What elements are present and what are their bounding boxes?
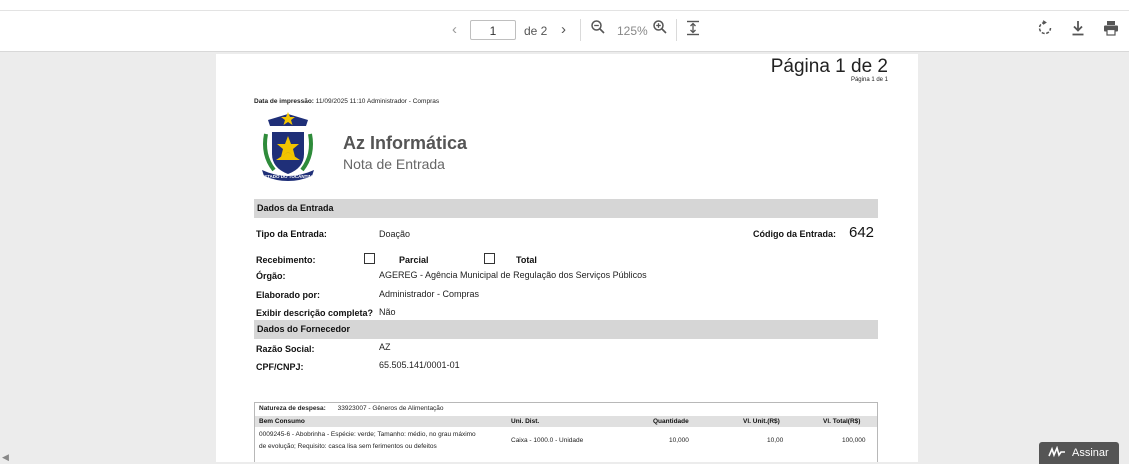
page-header-title: Página 1 de 2 — [770, 56, 888, 77]
exibir-descricao-value: Não — [379, 307, 396, 317]
pdf-toolbar: ‹ 1 de 2 › 125% — [0, 11, 1129, 52]
download-icon[interactable] — [1071, 20, 1085, 39]
page-header-sub: Página 1 de 1 — [850, 77, 888, 83]
razao-social-label: Razão Social: — [256, 344, 315, 354]
col-vl-unit: Vl. Unit.(R$) — [743, 418, 780, 425]
orgao-label: Órgão: — [256, 271, 286, 281]
total-checkbox — [484, 253, 495, 264]
zoom-out-icon[interactable] — [590, 19, 606, 38]
top-strip — [0, 0, 1129, 11]
print-date-value: 11/09/2025 11:10 Administrador - Compras — [315, 98, 440, 105]
next-page-icon[interactable]: › — [561, 21, 566, 38]
row-vl-total: 100,000 — [842, 437, 866, 444]
section-title-fornecedor: Dados do Fornecedor — [257, 324, 351, 334]
print-icon[interactable] — [1103, 20, 1119, 39]
fit-page-icon[interactable] — [686, 20, 700, 39]
natureza-value: 33923007 - Gêneros de Alimentação — [337, 405, 444, 412]
section-title-entrada: Dados da Entrada — [257, 203, 334, 213]
zoom-level[interactable]: 125% — [617, 24, 648, 38]
natureza-despesa: Natureza de despesa: 33923007 - Gêneros … — [259, 405, 444, 412]
col-bem-consumo: Bem Consumo — [259, 418, 305, 425]
total-label: Total — [516, 255, 537, 265]
assinar-label: Assinar — [1072, 447, 1109, 459]
exibir-descricao-label: Exibir descrição completa? — [256, 308, 374, 318]
cpf-cnpj-value: 65.505.141/0001-01 — [379, 360, 460, 370]
page-number-input[interactable]: 1 — [470, 20, 516, 40]
col-vl-total: Vl. Total(R$) — [823, 418, 861, 425]
cpf-cnpj-label: CPF/CNPJ: — [256, 362, 304, 372]
tipo-entrada-value: Doação — [379, 229, 411, 239]
toolbar-divider — [580, 19, 581, 41]
elaborado-label: Elaborado por: — [256, 290, 321, 300]
document-title: Nota de Entrada — [343, 156, 445, 172]
orgao-value: AGEREG - Agência Municipal de Regulação … — [379, 270, 647, 280]
toolbar-divider — [676, 19, 677, 41]
razao-social-value: AZ — [379, 342, 391, 352]
codigo-entrada-value: 642 — [849, 224, 875, 241]
recebimento-label: Recebimento: — [256, 255, 316, 265]
assinar-button[interactable]: Assinar — [1039, 442, 1119, 464]
parcial-label: Parcial — [399, 255, 429, 265]
table-header-row — [255, 416, 877, 427]
prev-page-icon[interactable]: ‹ — [452, 21, 457, 38]
row-desc-line2: de evolução; Requisito: casca lisa sem f… — [259, 443, 437, 450]
svg-text:ESTADO DO TOCANTINS: ESTADO DO TOCANTINS — [261, 174, 315, 179]
print-date-label: Data de impressão: — [254, 98, 314, 105]
section-bar-entrada: Dados da Entrada — [254, 199, 878, 218]
items-table: Natureza de despesa: 33923007 - Gêneros … — [254, 402, 878, 462]
elaborado-value: Administrador - Compras — [379, 289, 480, 299]
pdf-page: Página 1 de 2 Página 1 de 1 Data de impr… — [216, 54, 918, 462]
row-vl-unit: 10,00 — [767, 437, 784, 444]
col-uni-dist: Uni. Dist. — [511, 418, 540, 425]
company-name: Az Informática — [343, 133, 468, 153]
rotate-icon[interactable] — [1037, 20, 1053, 39]
codigo-entrada-label: Código da Entrada: — [753, 229, 836, 239]
section-bar-fornecedor: Dados do Fornecedor — [254, 320, 878, 339]
row-quantidade: 10,000 — [669, 437, 689, 444]
row-desc-line1: 0009245-6 - Abobrinha - Espécie: verde; … — [259, 431, 476, 438]
row-uni-dist: Caixa - 1000.0 - Unidade — [511, 437, 584, 444]
natureza-label: Natureza de despesa: — [259, 405, 326, 412]
signature-icon — [1048, 445, 1066, 461]
page-count: de 2 — [524, 24, 548, 38]
col-quantidade: Quantidade — [653, 418, 689, 425]
horizontal-scroll-left-icon[interactable]: ◀ — [2, 452, 9, 463]
parcial-checkbox — [364, 253, 375, 264]
print-date: Data de impressão: 11/09/2025 11:10 Admi… — [254, 98, 439, 105]
tipo-entrada-label: Tipo da Entrada: — [256, 229, 327, 239]
state-seal-logo: ESTADO DO TOCANTINS — [254, 110, 322, 186]
zoom-in-icon[interactable] — [652, 19, 668, 38]
